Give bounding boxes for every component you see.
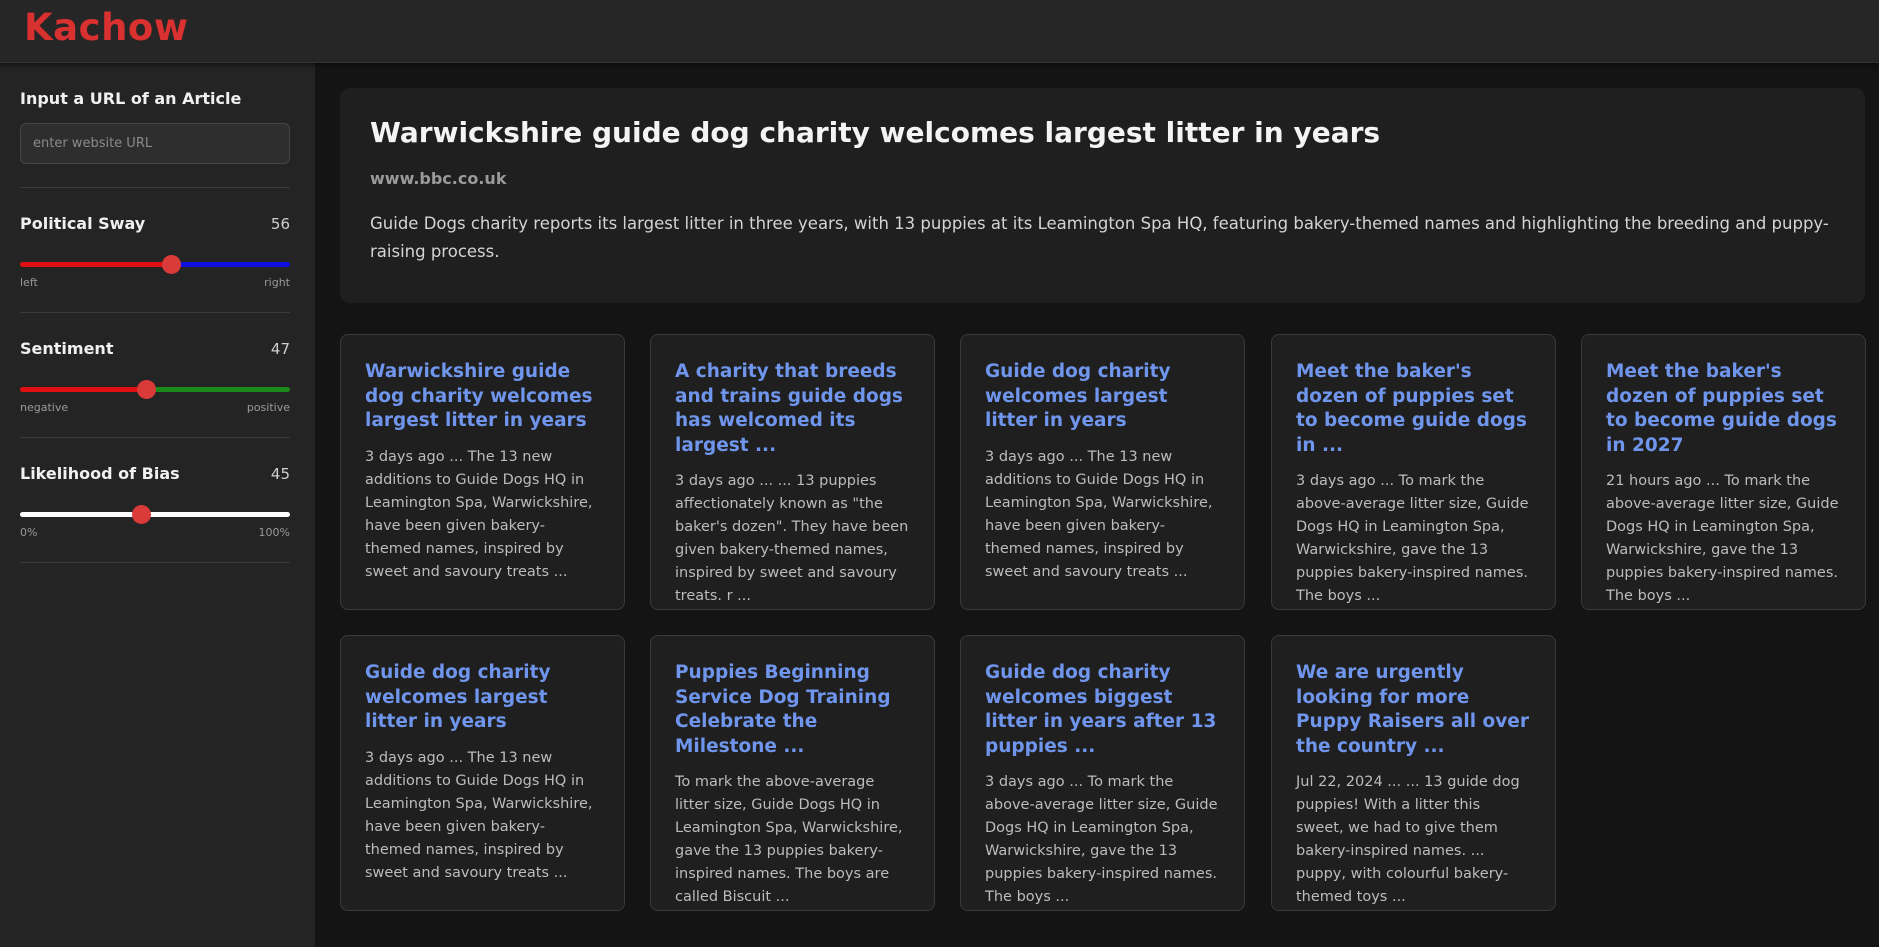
article-card[interactable]: Warwickshire guide dog charity welcomes … [340, 334, 625, 610]
bias-min-label: 0% [20, 526, 38, 539]
sentiment-section: Sentiment 47 negative positive [20, 313, 295, 438]
article-card[interactable]: We are urgently looking for more Puppy R… [1271, 635, 1556, 911]
article-card[interactable]: Guide dog charity welcomes largest litte… [960, 334, 1245, 610]
sentiment-max-label: positive [246, 401, 290, 414]
political-sway-max-label: right [264, 276, 290, 289]
article-title-link[interactable]: Meet the baker's dozen of puppies set to… [1606, 360, 1841, 458]
sentiment-min-label: negative [20, 401, 69, 414]
sentiment-label: Sentiment [20, 339, 114, 358]
url-label: Input a URL of an Article [20, 89, 242, 108]
related-articles-grid: Warwickshire guide dog charity welcomes … [340, 334, 1866, 911]
sentiment-track[interactable] [20, 380, 290, 399]
article-card[interactable]: Puppies Beginning Service Dog Training C… [650, 635, 935, 911]
sidebar: Input a URL of an Article Political Sway… [0, 63, 315, 947]
article-snippet: To mark the above-average litter size, G… [675, 774, 903, 905]
bias-section: Likelihood of Bias 45 0% 100% [20, 438, 295, 563]
bias-label: Likelihood of Bias [20, 464, 180, 483]
app-logo[interactable]: Kachow [24, 6, 189, 49]
featured-source[interactable]: www.bbc.co.uk [370, 169, 1835, 188]
divider [20, 562, 290, 563]
article-snippet: 3 days ago ... To mark the above-average… [985, 774, 1218, 905]
article-snippet: 21 hours ago ... To mark the above-avera… [1606, 473, 1839, 604]
article-snippet: 3 days ago ... The 13 new additions to G… [365, 448, 593, 580]
article-title-link[interactable]: We are urgently looking for more Puppy R… [1296, 661, 1531, 759]
article-snippet: 3 days ago ... The 13 new additions to G… [365, 749, 593, 881]
article-card[interactable]: A charity that breeds and trains guide d… [650, 334, 935, 610]
featured-title: Warwickshire guide dog charity welcomes … [370, 116, 1381, 149]
political-sway-section: Political Sway 56 left right [20, 188, 295, 313]
political-sway-track[interactable] [20, 255, 290, 274]
bias-track[interactable] [20, 505, 290, 524]
political-sway-value: 56 [270, 214, 290, 233]
url-input[interactable] [20, 123, 290, 164]
bias-value: 45 [270, 464, 290, 483]
bias-max-label: 100% [258, 526, 290, 539]
article-title-link[interactable]: Guide dog charity welcomes biggest litte… [985, 661, 1220, 759]
article-title-link[interactable]: Warwickshire guide dog charity welcomes … [365, 360, 600, 434]
main-content: Warwickshire guide dog charity welcomes … [340, 88, 1866, 911]
url-section: Input a URL of an Article [20, 63, 295, 188]
article-snippet: Jul 22, 2024 ... ... 13 guide dog puppie… [1296, 774, 1520, 905]
featured-article: Warwickshire guide dog charity welcomes … [340, 88, 1865, 303]
political-sway-label: Political Sway [20, 214, 146, 233]
top-bar: Kachow [0, 0, 1879, 63]
article-card[interactable]: Meet the baker's dozen of puppies set to… [1271, 334, 1556, 610]
article-title-link[interactable]: A charity that breeds and trains guide d… [675, 360, 910, 458]
article-card[interactable]: Guide dog charity welcomes biggest litte… [960, 635, 1245, 911]
article-card[interactable]: Meet the baker's dozen of puppies set to… [1581, 334, 1866, 610]
article-card[interactable]: Guide dog charity welcomes largest litte… [340, 635, 625, 911]
sentiment-value: 47 [270, 339, 290, 358]
article-title-link[interactable]: Puppies Beginning Service Dog Training C… [675, 661, 910, 759]
featured-summary: Guide Dogs charity reports its largest l… [370, 214, 1829, 261]
article-snippet: 3 days ago ... To mark the above-average… [1296, 473, 1529, 604]
bias-thumb[interactable] [132, 505, 151, 524]
article-snippet: 3 days ago ... The 13 new additions to G… [985, 448, 1213, 580]
political-sway-min-label: left [20, 276, 38, 289]
article-title-link[interactable]: Guide dog charity welcomes largest litte… [985, 360, 1220, 434]
article-title-link[interactable]: Meet the baker's dozen of puppies set to… [1296, 360, 1531, 458]
article-title-link[interactable]: Guide dog charity welcomes largest litte… [365, 661, 600, 735]
political-sway-thumb[interactable] [161, 255, 181, 274]
article-snippet: 3 days ago ... ... 13 puppies affectiona… [675, 473, 909, 604]
sentiment-thumb[interactable] [137, 380, 157, 399]
